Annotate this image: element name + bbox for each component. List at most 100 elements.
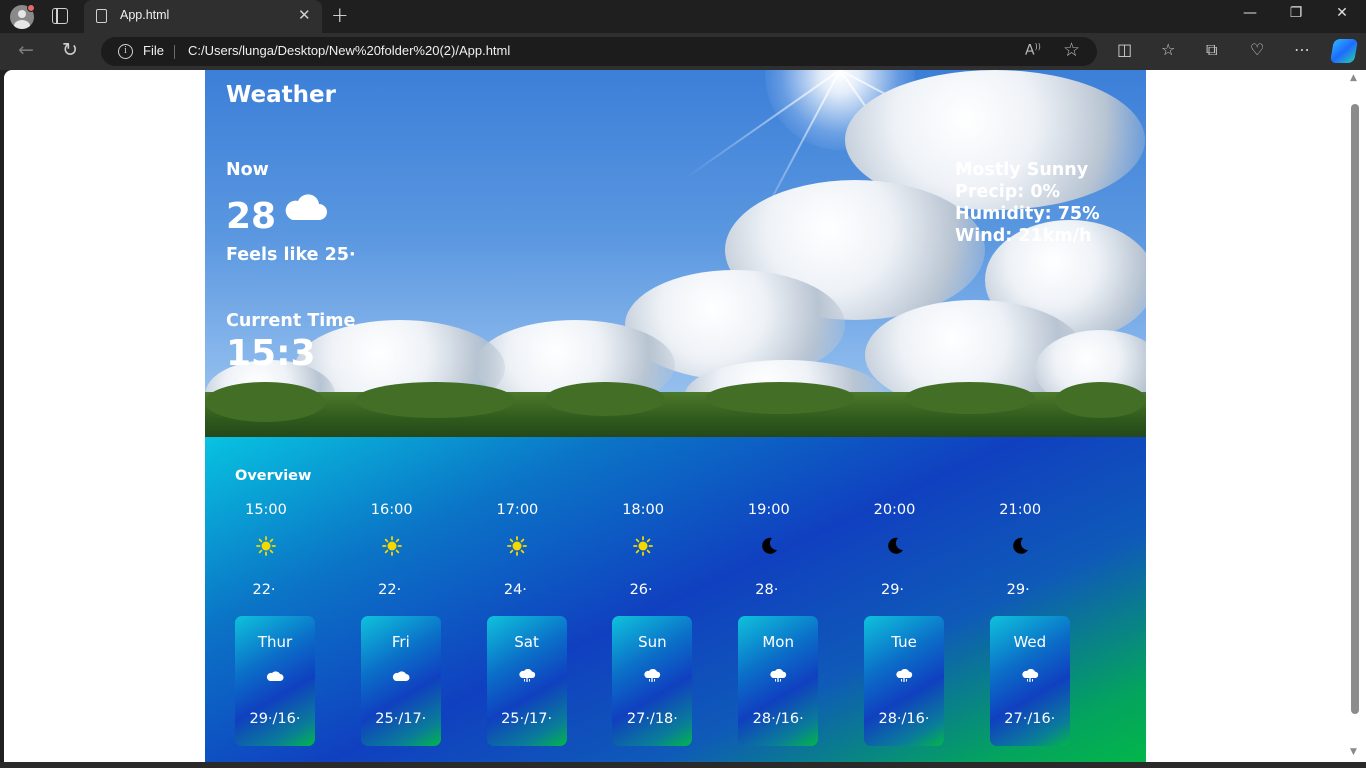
day-name: Sun (638, 633, 667, 651)
cloud-rain-icon (896, 669, 913, 682)
tab-actions-icon[interactable] (52, 8, 68, 24)
divider (174, 45, 175, 59)
day-temperature: 28·/16· (752, 711, 804, 727)
feels-like: Feels like 25· (226, 245, 356, 265)
back-button[interactable]: ← (18, 39, 34, 61)
refresh-button[interactable]: ↻ (62, 39, 78, 61)
sun-icon (381, 536, 402, 556)
cloud-icon (285, 194, 327, 220)
browser-essentials-icon[interactable]: ♡ (1250, 40, 1264, 59)
hour-time: 20:00 (873, 502, 916, 518)
hour-temperature: 26· (629, 582, 653, 598)
day-name: Wed (1013, 633, 1047, 651)
current-time-label: Current Time (226, 311, 356, 331)
moon-icon (761, 537, 777, 554)
hour-temperature: 29· (880, 582, 905, 598)
address-bar[interactable]: i File C:/Users/lunga/Desktop/New%20fold… (101, 37, 1097, 66)
weather-hero: Weather Now 28 Feels like 25· Current Ti… (205, 70, 1146, 437)
precipitation: Precip: 0% (955, 182, 1061, 202)
weather-app: Weather Now 28 Feels like 25· Current Ti… (205, 70, 1146, 762)
tree (1055, 382, 1146, 418)
day-card-sun[interactable]: Sun 27·/18· (612, 616, 693, 746)
browser-toolbar: ← ↻ i File C:/Users/lunga/Desktop/New%20… (0, 33, 1366, 70)
url-text[interactable]: C:/Users/lunga/Desktop/New%20folder%20(2… (188, 43, 510, 58)
day-card-wed[interactable]: Wed 27·/16· (989, 616, 1070, 746)
hour-time: 19:00 (747, 502, 790, 518)
app-title: Weather (226, 82, 336, 108)
cloud-icon (392, 671, 410, 681)
tree (905, 382, 1035, 414)
split-screen-icon[interactable]: ◫ (1117, 40, 1132, 59)
cloud-rain-icon (644, 669, 661, 682)
hour-temperature: 28· (755, 582, 779, 598)
sun-icon (507, 536, 528, 556)
notification-dot (27, 4, 35, 12)
read-aloud-icon[interactable]: A)) (1025, 42, 1041, 59)
favorite-star-icon[interactable]: ☆ (1063, 39, 1080, 61)
browser-tab[interactable]: App.html ✕ (84, 0, 322, 33)
hour-temperature: 22· (378, 582, 402, 598)
day-card-sat[interactable]: Sat 25·/17· (486, 616, 567, 746)
file-label: File (143, 43, 164, 58)
moon-icon (1013, 537, 1029, 554)
hour-temperature: 29· (1006, 582, 1030, 598)
day-card-mon[interactable]: Mon 28·/16· (738, 616, 819, 746)
info-icon[interactable]: i (118, 44, 133, 59)
minimize-button[interactable]: — (1240, 5, 1260, 21)
day-temperature: 28·/16· (878, 711, 930, 727)
current-temperature: 28 (226, 196, 277, 237)
day-card-thur[interactable]: Thur 29·/16· (235, 616, 315, 746)
hour-temperature: 24· (503, 582, 527, 598)
bottom-edge (0, 762, 1366, 768)
scroll-up-arrow[interactable]: ▲ (1350, 73, 1357, 83)
hour-time: 16:00 (370, 502, 413, 518)
tab-strip: App.html ✕ + — ❐ ✕ (0, 0, 1366, 33)
humidity: Humidity: 75% (955, 204, 1100, 224)
hour-temperature: 22· (252, 582, 276, 598)
sun-icon (256, 536, 276, 556)
cloud-rain-icon (1022, 669, 1038, 682)
sun-icon (633, 536, 653, 556)
day-temperature: 27·/18· (626, 711, 678, 727)
hour-time: 18:00 (622, 502, 664, 518)
day-name: Mon (762, 633, 794, 651)
hour-time: 17:00 (496, 502, 539, 518)
cloud-rain-icon (518, 669, 535, 682)
file-icon (96, 9, 107, 23)
close-window-button[interactable]: ✕ (1332, 5, 1352, 21)
tree (705, 382, 855, 414)
day-card-fri[interactable]: Fri 25·/17· (360, 616, 441, 746)
day-name: Thur (257, 633, 293, 651)
hour-time: 21:00 (999, 502, 1042, 518)
tree (545, 382, 665, 416)
page-viewport: Weather Now 28 Feels like 25· Current Ti… (4, 70, 1348, 762)
more-menu-icon[interactable]: ⋯ (1294, 40, 1310, 59)
collections-icon[interactable]: ⧉ (1206, 40, 1217, 60)
moon-icon (887, 537, 903, 554)
hour-time: 15:00 (245, 502, 287, 518)
tab-close-icon[interactable]: ✕ (298, 6, 311, 24)
overview-title: Overview (235, 468, 312, 484)
new-tab-button[interactable]: + (331, 3, 349, 27)
day-temperature: 27·/16· (1004, 711, 1056, 727)
scrollbar-thumb[interactable] (1351, 104, 1359, 714)
cloud-rain-icon (770, 669, 787, 682)
favorites-icon[interactable]: ☆ (1161, 40, 1175, 59)
copilot-icon[interactable] (1329, 39, 1359, 63)
day-temperature: 25·/17· (375, 711, 427, 727)
cloud-icon (266, 671, 284, 681)
tree (205, 382, 325, 422)
wind: Wind: 21km/h (955, 226, 1092, 246)
tab-title: App.html (120, 8, 170, 22)
restore-button[interactable]: ❐ (1286, 5, 1306, 21)
tree (355, 382, 515, 418)
day-card-tue[interactable]: Tue 28·/16· (864, 616, 944, 746)
current-time: 15:3 (226, 333, 316, 374)
day-name: Fri (391, 633, 410, 651)
now-label: Now (226, 160, 269, 180)
condition: Mostly Sunny (955, 160, 1089, 180)
day-name: Tue (891, 633, 917, 651)
day-temperature: 25·/17· (501, 711, 553, 727)
day-temperature: 29·/16· (249, 711, 301, 727)
scroll-down-arrow[interactable]: ▼ (1350, 747, 1357, 757)
